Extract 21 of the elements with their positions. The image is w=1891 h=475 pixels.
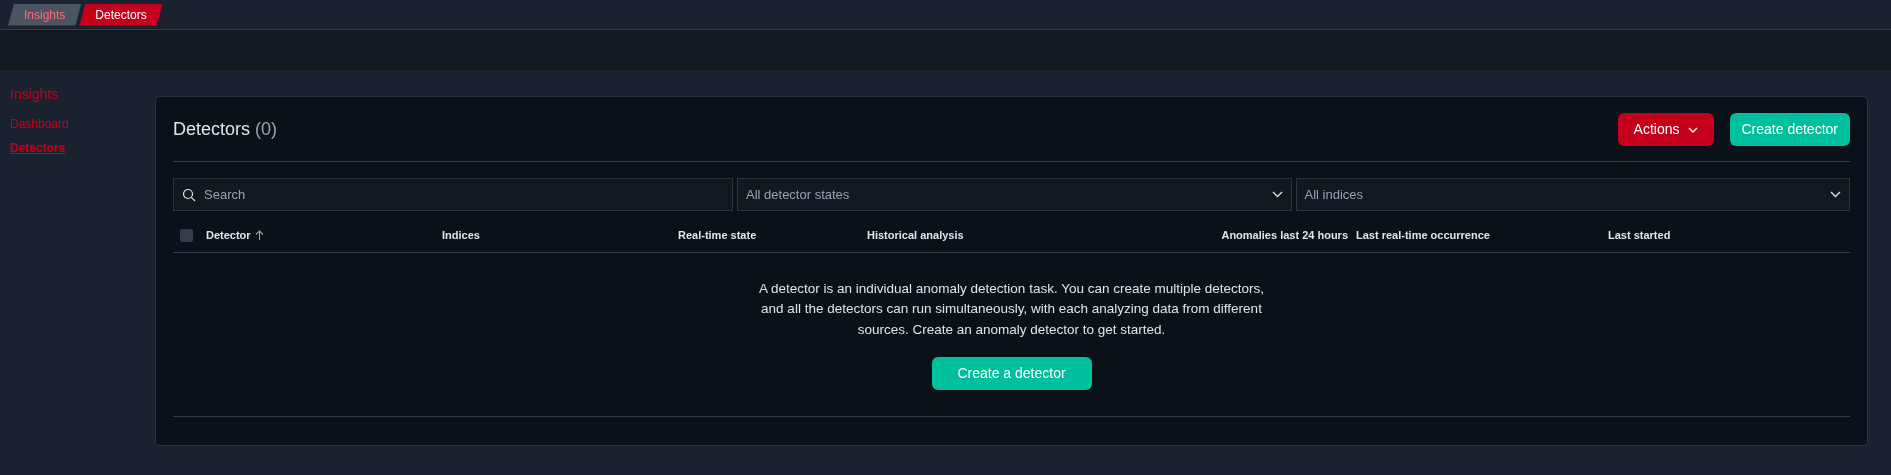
chevron-down-icon [1687,126,1698,133]
search-field[interactable]: Search [173,178,733,211]
sort-arrow-icon [254,230,264,241]
search-icon [182,188,196,202]
column-header[interactable]: Anomalies last 24 hours [1221,227,1348,244]
chevron-down-icon [1830,191,1841,198]
filter-dropdown[interactable]: All indices [1295,178,1850,211]
chevron-down-icon [1271,191,1283,198]
sidebar-title: Insights [10,85,60,104]
breadcrumb[interactable]: Detectors [79,3,163,26]
column-header[interactable]: Indices [442,227,480,244]
empty-message: A detector is an individual anomaly detection task. You can create multiple detectors, and all the detectors can run simultaneously, with each analyzing data from different sources. Create an anomaly detector to get started. [757,279,1266,340]
filter-dropdown[interactable]: All detector states [737,178,1292,211]
column-header[interactable]: Historical analysis [867,227,964,244]
select-all-checkbox[interactable] [180,228,193,242]
column-header[interactable]: Last real-time occurrence [1356,227,1490,244]
panel-title: Detectors (0) [173,118,278,141]
column-header[interactable]: Detector [206,227,264,244]
column-header[interactable]: Real-time state [678,227,757,244]
actions-button[interactable]: Actions [1617,113,1714,146]
column-header[interactable]: Last started [1608,227,1671,244]
